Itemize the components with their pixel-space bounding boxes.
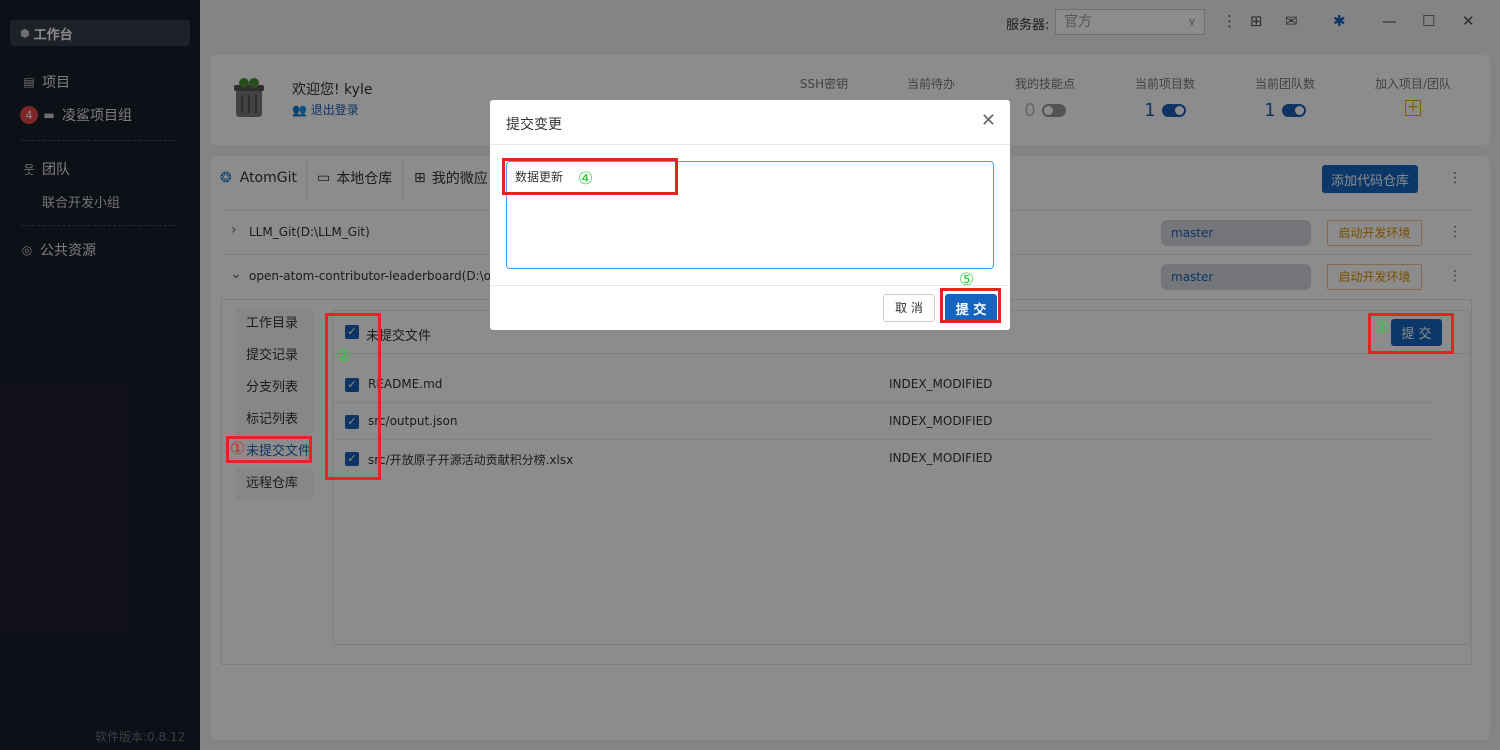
annotation-number-5: ⑤ xyxy=(959,270,975,290)
annotation-number-3: ③ xyxy=(1374,318,1390,338)
commit-dialog: 提交变更 ✕ 数据更新 取 消 提 交 xyxy=(490,100,1010,330)
annotation-number-4: ④ xyxy=(578,169,594,189)
divider xyxy=(490,285,1010,286)
annotation-number-1: ① xyxy=(230,439,246,459)
close-icon[interactable]: ✕ xyxy=(981,110,996,131)
divider xyxy=(490,144,1010,145)
dialog-title: 提交变更 xyxy=(506,117,562,133)
cancel-button[interactable]: 取 消 xyxy=(883,294,935,322)
annotation-number-2: ② xyxy=(336,346,352,366)
submit-button[interactable]: 提 交 xyxy=(945,294,997,322)
